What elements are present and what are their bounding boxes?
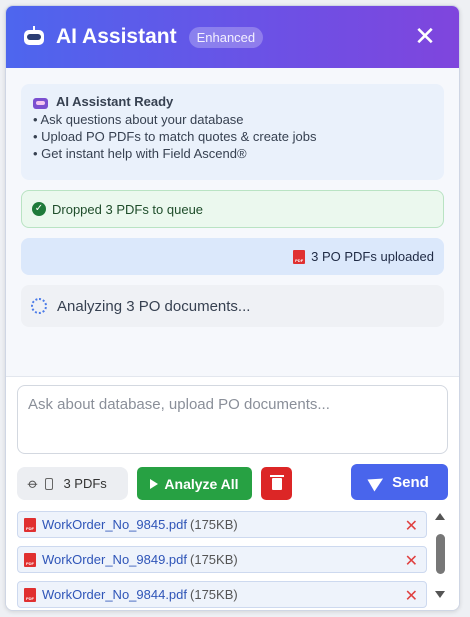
file-icon xyxy=(45,477,54,490)
file-size: (175KB) xyxy=(190,587,238,602)
file-list-scrollbar[interactable] xyxy=(433,509,448,609)
file-item: WorkOrder_No_9844.pdf (175KB) ✕ xyxy=(17,581,427,608)
scroll-thumb[interactable] xyxy=(436,534,445,574)
ready-message: AI Assistant Ready • Ask questions about… xyxy=(21,84,444,180)
scroll-down-icon[interactable] xyxy=(435,591,445,598)
input-toolbar: ⌀ 3 PDFs Analyze All Send xyxy=(17,464,448,500)
robot-icon xyxy=(22,25,46,49)
play-icon xyxy=(150,478,159,489)
send-button[interactable]: Send xyxy=(351,464,448,500)
pdf-icon xyxy=(24,552,36,567)
panel-header: AI Assistant Enhanced ✕ xyxy=(6,6,459,68)
remove-file-icon[interactable]: ✕ xyxy=(405,516,418,536)
analyzing-message: Analyzing 3 PO documents... xyxy=(21,285,444,327)
analyzing-text: Analyzing 3 PO documents... xyxy=(57,297,251,315)
enhanced-badge: Enhanced xyxy=(188,26,264,48)
file-item: WorkOrder_No_9849.pdf (175KB) ✕ xyxy=(17,546,427,573)
ready-line: • Ask questions about your database xyxy=(33,112,244,127)
remove-file-icon[interactable]: ✕ xyxy=(405,551,418,571)
pdf-icon xyxy=(24,517,36,532)
scroll-up-icon[interactable] xyxy=(435,513,445,520)
file-name[interactable]: WorkOrder_No_9849.pdf xyxy=(42,552,187,567)
file-name[interactable]: WorkOrder_No_9844.pdf xyxy=(42,587,187,602)
analyze-label: Analyze All xyxy=(164,475,239,492)
ai-assistant-panel: AI Assistant Enhanced ✕ AI Assistant Rea… xyxy=(5,5,460,611)
pdf-icon xyxy=(24,587,36,602)
chat-input[interactable] xyxy=(17,385,448,454)
upload-message: 3 PO PDFs uploaded xyxy=(21,238,444,275)
trash-icon xyxy=(269,474,284,490)
pdf-count-chip[interactable]: ⌀ 3 PDFs xyxy=(17,467,128,500)
close-icon[interactable]: ✕ xyxy=(413,23,437,49)
pdf-count-label: 3 PDFs xyxy=(63,476,107,491)
paperclip-icon: ⌀ xyxy=(24,474,43,492)
panel-title: AI Assistant xyxy=(56,25,177,48)
ready-line: • Upload PO PDFs to match quotes & creat… xyxy=(33,129,317,144)
file-size: (175KB) xyxy=(190,517,238,532)
pdf-icon xyxy=(293,249,306,264)
ready-title: AI Assistant Ready xyxy=(56,94,174,109)
send-label: Send xyxy=(392,473,429,491)
ready-line: • Get instant help with Field Ascend® xyxy=(33,146,247,161)
file-size: (175KB) xyxy=(190,552,238,567)
paper-plane-icon xyxy=(367,472,387,492)
delete-button[interactable] xyxy=(261,467,292,500)
dropped-text: Dropped 3 PDFs to queue xyxy=(52,201,204,217)
input-area: ⌀ 3 PDFs Analyze All Send WorkOrder_No_9… xyxy=(6,376,459,610)
file-item: WorkOrder_No_9845.pdf (175KB) ✕ xyxy=(17,511,427,538)
upload-text: 3 PO PDFs uploaded xyxy=(311,249,434,264)
spinner-icon xyxy=(31,298,47,314)
file-list: WorkOrder_No_9845.pdf (175KB) ✕ WorkOrde… xyxy=(17,509,448,609)
analyze-all-button[interactable]: Analyze All xyxy=(137,467,252,500)
check-circle-icon: ✓ xyxy=(32,202,46,216)
robot-icon xyxy=(33,95,48,109)
dropped-message: ✓ Dropped 3 PDFs to queue xyxy=(21,190,444,228)
file-name[interactable]: WorkOrder_No_9845.pdf xyxy=(42,517,187,532)
remove-file-icon[interactable]: ✕ xyxy=(405,586,418,606)
message-list: AI Assistant Ready • Ask questions about… xyxy=(6,68,459,376)
